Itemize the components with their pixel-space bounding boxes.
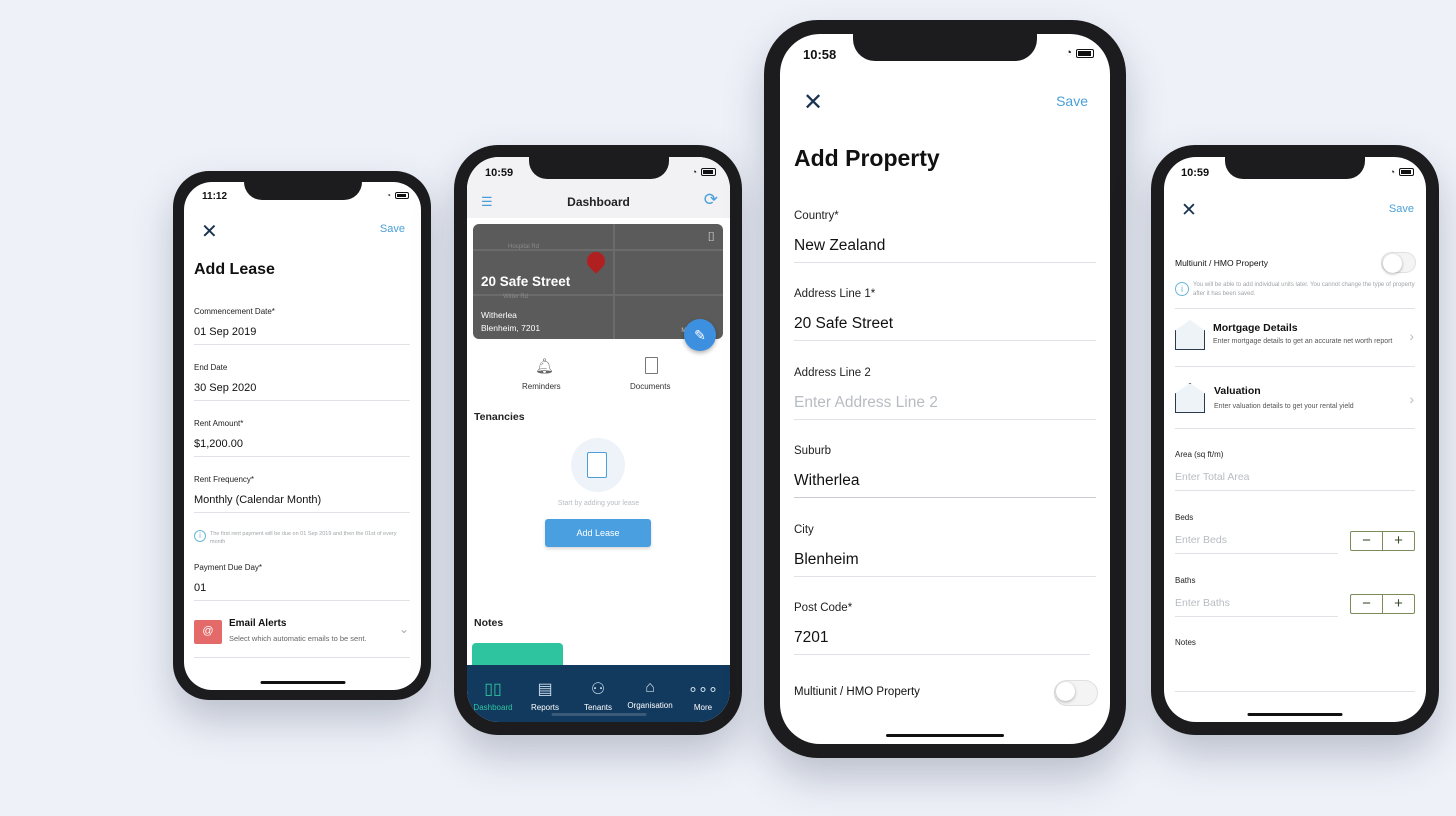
edit-pencil-icon[interactable]: ✎ xyxy=(684,319,716,351)
lease-document-icon xyxy=(571,438,625,492)
page-title: Dashboard xyxy=(567,195,630,209)
minus-button[interactable]: − xyxy=(1351,532,1382,550)
save-button[interactable]: Save xyxy=(1056,93,1088,109)
mortgage-title: Mortgage Details xyxy=(1213,322,1298,334)
tab-label: Reports xyxy=(530,703,559,712)
info-icon: i xyxy=(1175,282,1189,296)
tab-label: Dashboard xyxy=(473,703,513,712)
add-lease-screen: 11:12 ◔ ✕ Save Add Lease Commencement Da… xyxy=(184,182,421,690)
notch xyxy=(1225,157,1365,179)
home-icon: ⌂ xyxy=(645,679,655,696)
multiunit-toggle[interactable]: .t3::after{} xyxy=(1054,680,1098,706)
chevron-right-icon: › xyxy=(1409,391,1414,407)
battery-icon xyxy=(395,192,409,199)
tab-dashboard[interactable]: ▯▯ Dashboard xyxy=(467,679,519,712)
map-road-label: Witter Rd xyxy=(503,294,529,300)
valuation-subtitle: Enter valuation details to get your rent… xyxy=(1214,403,1354,410)
notch xyxy=(528,157,669,179)
camera-icon[interactable]: ⌷ xyxy=(707,229,715,245)
status-time: 11:12 xyxy=(202,191,228,202)
battery-icon xyxy=(1399,168,1414,176)
add-property-screen: 10:58 ◔ ✕ Save Add Property Country* New … xyxy=(780,34,1110,744)
battery-icon xyxy=(1076,48,1094,58)
valuation-house-icon xyxy=(1175,383,1205,413)
status-time: 10:58 xyxy=(803,47,837,62)
save-button[interactable]: Save xyxy=(380,223,405,235)
dashboard-screen: 10:59 ◔ ☰ Dashboard ⟳ Hospital Rd Witter… xyxy=(467,157,730,722)
close-icon[interactable]: ✕ xyxy=(803,88,823,117)
tab-more[interactable]: ∘∘∘ More xyxy=(677,679,729,712)
bell-icon: 🔔︎ xyxy=(535,358,555,375)
tab-organisation[interactable]: ⌂ Organisation xyxy=(624,679,676,710)
property-map-card[interactable]: Hospital Rd Witter Rd ⌷ 20 Safe Street W… xyxy=(473,224,723,339)
more-icon: ∘∘∘ xyxy=(687,681,719,698)
tab-label: Organisation xyxy=(627,701,673,710)
dashboard-icon: ▯▯ xyxy=(484,681,502,698)
home-indicator xyxy=(886,734,1004,737)
home-indicator xyxy=(1247,713,1343,716)
multiunit-label: Multiunit / HMO Property xyxy=(1175,258,1269,268)
minus-button[interactable]: − xyxy=(1351,595,1382,613)
notes-heading: Notes xyxy=(474,617,504,629)
wifi-icon: ◔ xyxy=(1389,167,1395,177)
save-button[interactable]: Save xyxy=(1389,203,1414,215)
refresh-icon[interactable]: ⟳ xyxy=(704,190,718,210)
chevron-right-icon: › xyxy=(1409,328,1414,344)
status-icons: ◔ xyxy=(1390,167,1414,177)
map-road-label: Hospital Rd xyxy=(508,244,540,250)
info-icon: i xyxy=(194,530,206,542)
close-icon[interactable]: ✕ xyxy=(1181,199,1197,222)
home-indicator xyxy=(260,681,345,684)
plus-button[interactable]: + xyxy=(1382,595,1414,613)
multiunit-label: Multiunit / HMO Property xyxy=(794,686,920,698)
status-time: 10:59 xyxy=(485,167,514,179)
battery-icon xyxy=(701,168,716,176)
valuation-title: Valuation xyxy=(1214,385,1261,397)
info-text: You will be able to add individual units… xyxy=(1193,282,1415,297)
multiunit-toggle[interactable] xyxy=(1381,252,1416,273)
email-envelope-icon: @ xyxy=(194,620,222,644)
mortgage-subtitle: Enter mortgage details to get an accurat… xyxy=(1213,338,1393,345)
empty-state-text: Start by adding your lease xyxy=(557,500,640,507)
reminders-label: Reminders xyxy=(522,382,561,391)
notch xyxy=(853,34,1037,61)
property-details-screen: 10:59 ◔ ✕ Save Multiunit / HMO Property … xyxy=(1164,157,1426,722)
document-icon xyxy=(645,357,658,374)
tenants-icon: ⚇ xyxy=(590,681,606,698)
tab-tenants[interactable]: ⚇ Tenants xyxy=(572,679,624,712)
status-icons: ◔ xyxy=(386,191,409,200)
page-title: Add Property xyxy=(794,145,940,171)
property-city: Blenheim, 7201 xyxy=(481,323,541,333)
tenancies-heading: Tenancies xyxy=(474,411,525,423)
property-suburb: Witherlea xyxy=(481,310,517,320)
chevron-down-icon: ⌄ xyxy=(398,622,409,636)
beds-stepper[interactable]: − + xyxy=(1350,531,1415,551)
close-icon[interactable]: ✕ xyxy=(201,219,218,244)
page-title: Add Lease xyxy=(194,261,275,278)
documents-label: Documents xyxy=(630,382,671,391)
tab-label: Tenants xyxy=(583,703,613,712)
home-indicator xyxy=(551,713,646,716)
notch xyxy=(243,182,362,200)
tab-reports[interactable]: ▤ Reports xyxy=(519,679,571,712)
map-pin-icon xyxy=(583,248,609,274)
reports-icon: ▤ xyxy=(537,681,553,698)
wifi-icon: ◔ xyxy=(691,167,697,177)
email-alerts-subtitle: Select which automatic emails to be sent… xyxy=(229,634,367,643)
email-alerts-title: Email Alerts xyxy=(229,618,287,629)
baths-stepper[interactable]: − + xyxy=(1350,594,1415,614)
tab-label: More xyxy=(693,703,713,712)
status-time: 10:59 xyxy=(1181,167,1210,179)
plus-button[interactable]: + xyxy=(1382,532,1414,550)
mortgage-house-icon xyxy=(1175,320,1205,350)
add-lease-button[interactable]: Add Lease xyxy=(545,519,651,547)
info-text: The first rent payment will be due on 01… xyxy=(210,531,397,545)
wifi-icon: ◔ xyxy=(386,191,391,200)
status-icons: ◔ xyxy=(692,167,716,177)
status-icons: ◔ xyxy=(1065,47,1094,59)
wifi-icon: ◔ xyxy=(1065,47,1072,59)
property-street: 20 Safe Street xyxy=(481,274,571,289)
